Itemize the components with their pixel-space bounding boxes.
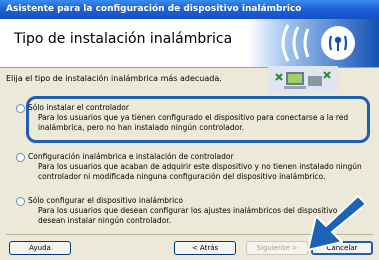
option-description: Para los usuarios que ya tienen configur…: [38, 113, 349, 122]
radio-button[interactable]: [16, 104, 25, 113]
page-title: Tipo de instalación inalámbrica: [14, 31, 233, 47]
option-description: Para los usuarios que acaban de adquirir…: [38, 162, 362, 171]
pointer-arrow-icon: [307, 195, 366, 251]
wizard-window: Asistente para la configuración de dispo…: [0, 0, 379, 260]
option-description: controlador ni modificada ninguna config…: [38, 172, 326, 181]
radio-button[interactable]: [16, 153, 25, 162]
help-button[interactable]: Ayuda: [9, 241, 71, 255]
instruction-text: Elija el tipo de instalación inalámbrica…: [6, 74, 222, 83]
option-label: Configuración inalámbrica e instalación …: [28, 152, 234, 161]
window-title: Asistente para la configuración de dispo…: [0, 0, 379, 19]
back-button[interactable]: < Atrás: [174, 241, 236, 255]
wireless-pc-icon: [268, 66, 338, 94]
option-setup-and-driver[interactable]: Configuración inalámbrica e instalación …: [16, 152, 362, 182]
radio-button[interactable]: [16, 197, 25, 206]
option-description: inalámbrica, pero no han instalado ningú…: [38, 123, 244, 132]
wireless-logo-icon: [248, 19, 379, 67]
option-label: Sólo instalar el controlador: [28, 103, 129, 112]
option-driver-only[interactable]: Sólo instalar el controlador Para los us…: [16, 103, 349, 133]
